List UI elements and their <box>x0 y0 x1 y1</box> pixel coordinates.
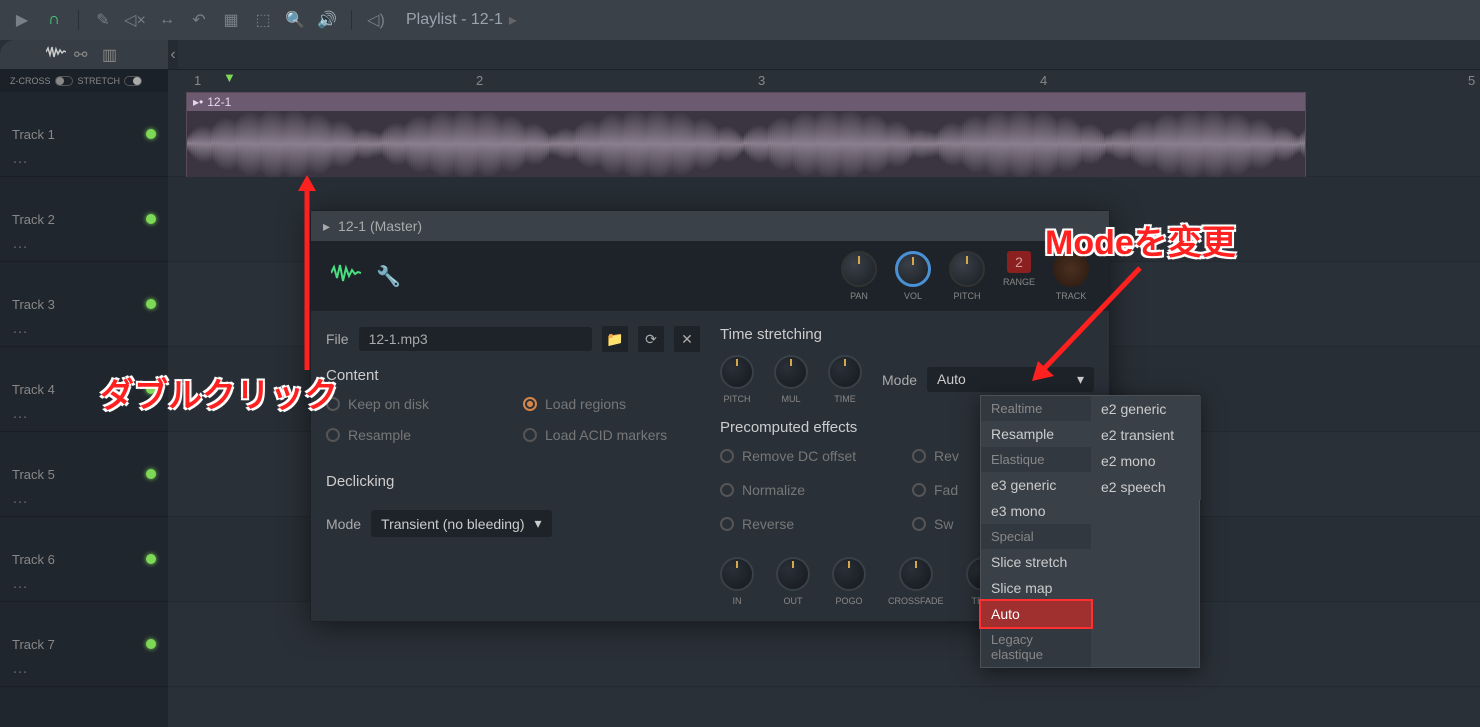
track-header-2[interactable]: Track 2… <box>0 177 168 262</box>
dd-item-resample[interactable]: Resample <box>981 421 1091 447</box>
reload-icon[interactable]: ⟳ <box>638 326 664 352</box>
select-icon[interactable]: ⬚ <box>251 8 275 32</box>
folder-icon[interactable]: 📁 <box>602 326 628 352</box>
annotation-arrow-1 <box>292 175 322 370</box>
reverse-option[interactable]: Reverse <box>720 516 902 532</box>
wrench-icon[interactable]: 🔧 <box>376 264 401 289</box>
dd-header-legacy: Legacy elastique <box>981 627 1091 667</box>
ts-pitch-knob[interactable] <box>720 355 754 389</box>
dd-header-special: Special <box>981 524 1091 549</box>
normalize-option[interactable]: Normalize <box>720 482 902 498</box>
track-header-7[interactable]: Track 7… <box>0 602 168 687</box>
dd-header-realtime: Realtime <box>981 396 1091 421</box>
track-header-5[interactable]: Track 5… <box>0 432 168 517</box>
pogo-knob[interactable] <box>832 557 866 591</box>
dd-item-e2-speech[interactable]: e2 speech <box>1091 474 1201 500</box>
audio-clip[interactable]: ▸• 12-1 <box>186 92 1306 177</box>
track-led[interactable] <box>146 129 156 139</box>
panel-menu-icon[interactable]: ▸ <box>323 218 330 235</box>
pan-knob[interactable] <box>841 251 877 287</box>
remove-dc-option[interactable]: Remove DC offset <box>720 448 902 464</box>
dd-item-auto[interactable]: Auto <box>981 601 1091 627</box>
dd-item-e2-generic[interactable]: e2 generic <box>1091 396 1201 422</box>
wave-icon[interactable] <box>331 262 361 290</box>
track-led[interactable] <box>146 214 156 224</box>
mode-dropdown-menu: Realtime Resample Elastique e3 generic e… <box>980 395 1200 668</box>
track-led[interactable] <box>146 639 156 649</box>
out-knob[interactable] <box>776 557 810 591</box>
volume-icon[interactable]: ◁) <box>364 8 388 32</box>
bars-icon[interactable]: ▥ <box>102 45 122 65</box>
load-regions-option[interactable]: Load regions <box>523 396 700 412</box>
declicking-section-title: Declicking <box>326 473 700 490</box>
track-header-1[interactable]: Track 1… <box>0 92 168 177</box>
file-name-field[interactable]: 12-1.mp3 <box>359 327 592 351</box>
annotation-mode-change: Modeを変更 <box>1045 215 1236 264</box>
dd-item-e3-generic[interactable]: e3 generic <box>981 472 1091 498</box>
dd-item-e2-mono[interactable]: e2 mono <box>1091 448 1201 474</box>
file-label: File <box>326 331 349 347</box>
link-icon[interactable]: ⚯ <box>74 45 94 65</box>
ts-time-knob[interactable] <box>828 355 862 389</box>
load-acid-option[interactable]: Load ACID markers <box>523 427 700 443</box>
magnet-icon[interactable]: ∩ <box>42 8 66 32</box>
delete-icon[interactable]: ✕ <box>674 326 700 352</box>
dd-item-e3-mono[interactable]: e3 mono <box>981 498 1091 524</box>
pitch-knob[interactable] <box>949 251 985 287</box>
secondary-bar: ⚯ ▥ ‹ <box>0 40 1480 70</box>
crossfade-knob[interactable] <box>899 557 933 591</box>
keep-on-disk-option[interactable]: Keep on disk <box>326 396 503 412</box>
declick-mode-dropdown[interactable]: Transient (no bleeding) ▾ <box>371 510 551 537</box>
zcross-toggle[interactable]: Z-CROSS <box>10 76 73 86</box>
stretch-toggle[interactable]: STRETCH <box>78 76 143 86</box>
arrows-icon[interactable]: ↔ <box>155 8 179 32</box>
ts-mode-label: Mode <box>882 372 917 388</box>
mute-icon[interactable]: ◁× <box>123 8 147 32</box>
loop-start-marker[interactable]: ▼ <box>223 70 236 85</box>
track-header-3[interactable]: Track 3… <box>0 262 168 347</box>
dd-item-slice-stretch[interactable]: Slice stretch <box>981 549 1091 575</box>
clip-header[interactable]: ▸• 12-1 <box>187 93 1305 111</box>
chevron-down-icon: ▾ <box>534 515 541 532</box>
pencil-icon[interactable]: ✎ <box>91 8 115 32</box>
dd-item-e2-transient[interactable]: e2 transient <box>1091 422 1201 448</box>
play-icon[interactable]: ▶ <box>10 8 34 32</box>
panel-top-controls: 🔧 PAN VOL PITCH 2RANGE TRACK <box>311 241 1109 311</box>
annotation-arrow-2 <box>1020 258 1150 388</box>
track-led[interactable] <box>146 554 156 564</box>
zoom-icon[interactable]: 🔍 <box>283 8 307 32</box>
track-led[interactable] <box>146 299 156 309</box>
timeline-ruler[interactable]: 1 ▼ 2 3 4 5 <box>168 70 1480 92</box>
scroll-left-icon[interactable]: ‹ <box>168 40 178 69</box>
vol-knob[interactable] <box>895 251 931 287</box>
speaker-icon[interactable]: 🔊 <box>315 8 339 32</box>
track-header-6[interactable]: Track 6… <box>0 517 168 602</box>
clip-marker-icon: ▸• <box>193 95 203 109</box>
dd-item-slice-map[interactable]: Slice map <box>981 575 1091 601</box>
waveform[interactable] <box>187 111 1305 178</box>
resample-option[interactable]: Resample <box>326 427 503 443</box>
declick-mode-label: Mode <box>326 516 361 532</box>
panel-header[interactable]: ▸ 12-1 (Master) × <box>311 211 1109 241</box>
top-toolbar: ▶ ∩ ✎ ◁× ↔ ↶ ▦ ⬚ 🔍 🔊 ◁) Playlist - 12-1 … <box>0 0 1480 40</box>
dd-header-elastique: Elastique <box>981 447 1091 472</box>
content-section-title: Content <box>326 367 700 384</box>
grid-icon[interactable]: ▦ <box>219 8 243 32</box>
undo-icon[interactable]: ↶ <box>187 8 211 32</box>
in-knob[interactable] <box>720 557 754 591</box>
ts-mul-knob[interactable] <box>774 355 808 389</box>
track-led[interactable] <box>146 469 156 479</box>
chevron-right-icon[interactable]: ▸ <box>509 10 517 30</box>
waveform-mode-icon[interactable] <box>46 45 66 65</box>
annotation-double-click: ダブルクリック <box>100 368 338 417</box>
playlist-title: Playlist - 12-1 ▸ <box>406 10 517 30</box>
